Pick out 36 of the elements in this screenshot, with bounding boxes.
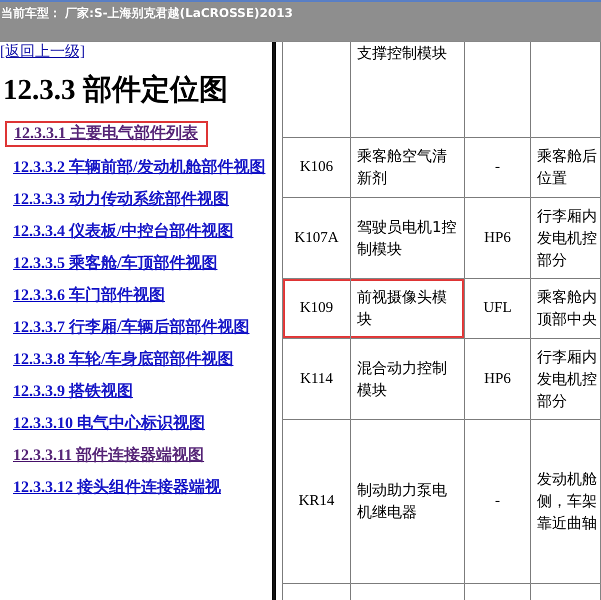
table-cell: 混合动力控制模块 [357, 358, 447, 398]
table-cell: KR14 [298, 493, 334, 509]
nav-link[interactable]: 12.3.3.11 部件连接器端视图 [0, 445, 272, 467]
table-cell: - [495, 493, 500, 509]
table-cell: 乘客舱后 位置 [537, 147, 597, 187]
nav-link[interactable]: 12.3.3.1 主要电气部件列表 [14, 123, 198, 145]
section-heading: 12.3.3 部件定位图 [3, 73, 229, 107]
table-cell: HP6 [484, 370, 511, 386]
table-cell: 前视摄像头模块 [357, 288, 447, 328]
nav-link[interactable]: 12.3.3.4 仪表板/中控台部件视图 [0, 221, 272, 243]
nav-link[interactable]: 12.3.3.3 动力传动系统部件视图 [0, 189, 272, 211]
nav-link[interactable]: 12.3.3.10 电气中心标识视图 [0, 413, 272, 435]
nav-link[interactable]: 12.3.3.2 车辆前部/发动机舱部件视图 [0, 157, 272, 179]
table-cell: - [495, 159, 500, 175]
table-cell: 乘客舱空气清新剂 [357, 147, 447, 187]
table-cell: HP6 [484, 230, 511, 246]
nav-link[interactable]: 12.3.3.7 行李厢/车辆后部部件视图 [0, 317, 272, 339]
back-link[interactable]: [返回上一级] [0, 42, 85, 61]
nav-link[interactable]: 12.3.3.8 车轮/车身底部部件视图 [0, 349, 272, 371]
vehicle-title: 当前车型： 厂家:S-上海别克君越(LaCROSSE)2013 [1, 6, 293, 20]
nav-link[interactable]: 12.3.3.5 乘客舱/车顶部件视图 [0, 253, 272, 275]
table-cell: 支撑控制模块 [357, 44, 447, 62]
table-cell: 制动助力泵电机继电器 [357, 481, 447, 521]
table-cell: UFL [483, 300, 512, 316]
nav-link[interactable]: 12.3.3.6 车门部件视图 [0, 285, 272, 307]
table-cell: 行李厢内 发电机控 部分 [537, 206, 597, 268]
nav-link[interactable]: 12.3.3.9 搭铁视图 [0, 381, 272, 403]
table-cell: K114 [300, 370, 333, 386]
nav-link[interactable]: 12.3.3.12 接头组件连接器端视 [0, 477, 272, 499]
table-cell: K106 [300, 159, 334, 175]
table-cell: K109 [300, 300, 334, 316]
table-cell: K107A [294, 230, 339, 246]
table-cell: 发动机舱 侧，车架 靠近曲轴 [537, 470, 597, 532]
table-cell: 行李厢内 发电机控 部分 [537, 348, 597, 410]
table-cell: 乘客舱内 顶部中央 [537, 288, 597, 328]
table-cell: 驾驶员电机1控制模块 [357, 218, 457, 258]
